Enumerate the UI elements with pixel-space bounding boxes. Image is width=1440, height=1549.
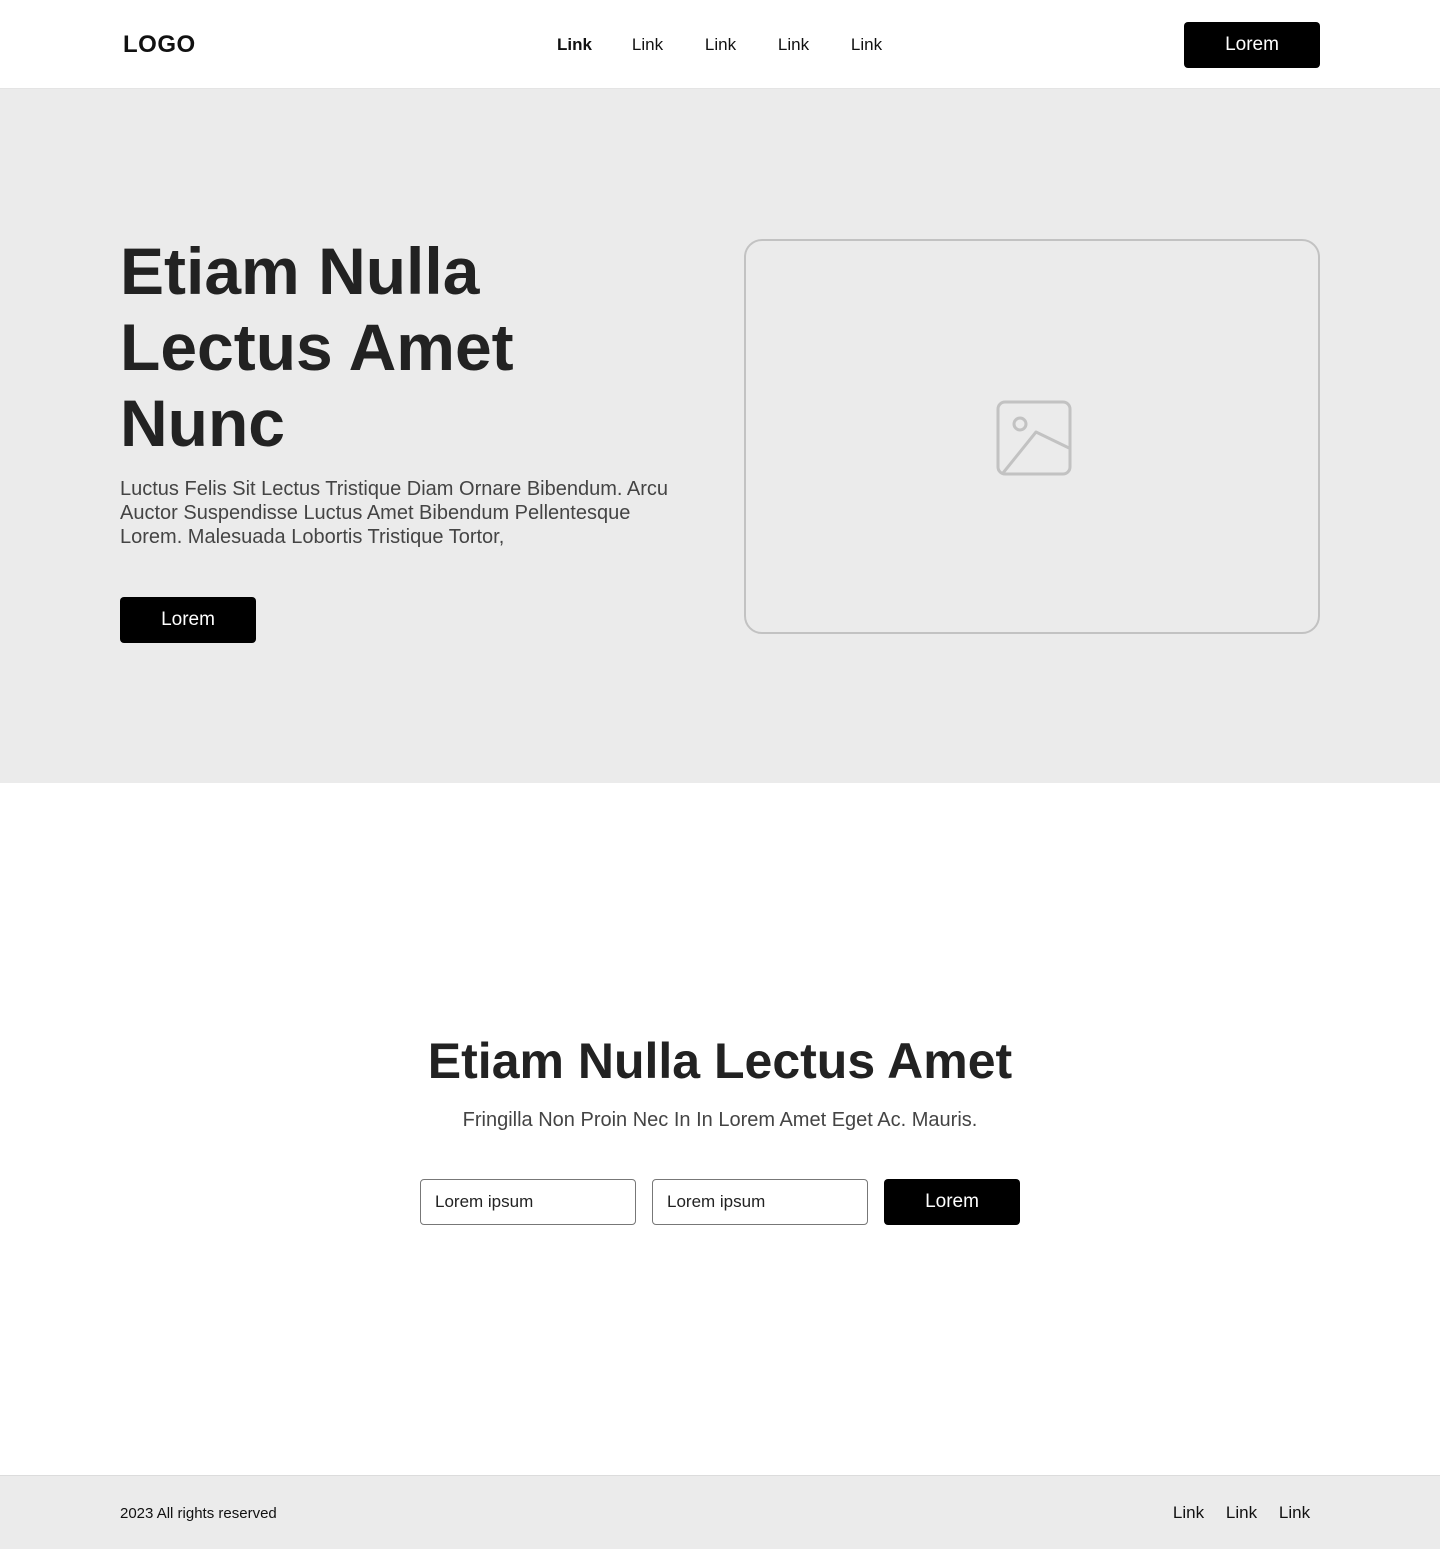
nav-link-1[interactable]: Link <box>538 33 611 57</box>
text-input-1[interactable] <box>420 1179 636 1225</box>
footer-links: Link Link Link <box>1162 1502 1321 1524</box>
hero-title: Etiam Nulla Lectus Amet Nunc <box>120 234 514 460</box>
hero-description: Luctus Felis Sit Lectus Tristique Diam O… <box>120 478 669 548</box>
nav-link-4[interactable]: Link <box>757 33 830 57</box>
submit-button[interactable]: Lorem <box>884 1179 1020 1225</box>
section-title: Etiam Nulla Lectus Amet <box>427 1033 1013 1089</box>
copyright-text: 2023 All rights reserved <box>120 1505 277 1522</box>
hero-section: Etiam Nulla Lectus Amet Nunc Luctus Feli… <box>0 89 1440 783</box>
text-input-2[interactable] <box>652 1179 868 1225</box>
nav-link-2[interactable]: Link <box>611 33 684 57</box>
image-placeholder-icon <box>996 400 1072 476</box>
site-header: LOGO Link Link Link Link Link Lorem <box>0 0 1440 89</box>
footer-link-1[interactable]: Link <box>1162 1502 1215 1524</box>
signup-section: Etiam Nulla Lectus Amet Fringilla Non Pr… <box>0 783 1440 1475</box>
logo[interactable]: LOGO <box>123 30 196 60</box>
footer-link-3[interactable]: Link <box>1268 1502 1321 1524</box>
nav-link-5[interactable]: Link <box>830 33 903 57</box>
footer-link-2[interactable]: Link <box>1215 1502 1268 1524</box>
hero-image-placeholder <box>744 239 1320 634</box>
header-cta-button[interactable]: Lorem <box>1184 22 1320 68</box>
hero-cta-button[interactable]: Lorem <box>120 597 256 643</box>
nav-link-3[interactable]: Link <box>684 33 757 57</box>
main-nav: Link Link Link Link Link <box>538 33 903 57</box>
section-subtitle: Fringilla Non Proin Nec In In Lorem Amet… <box>462 1109 978 1131</box>
site-footer: 2023 All rights reserved Link Link Link <box>0 1475 1440 1549</box>
